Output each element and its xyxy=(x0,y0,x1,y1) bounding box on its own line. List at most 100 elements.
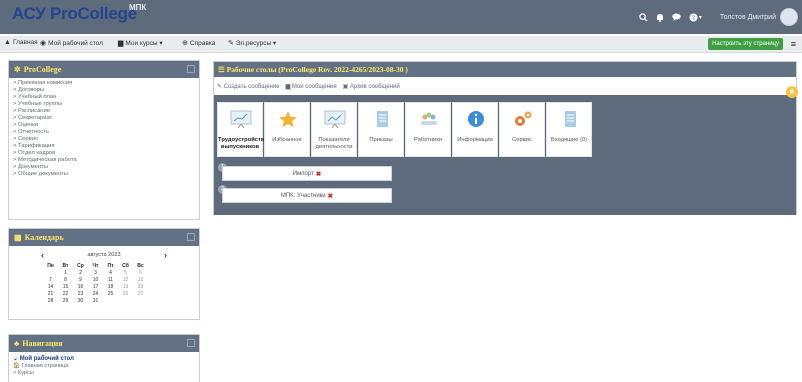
procollege-link[interactable]: > Приемная комиссия xyxy=(13,80,195,87)
top-header: АСУ ProCollege МПК ? ▾ Толстов Дмитрий xyxy=(0,0,802,34)
row-label: Импорт xyxy=(292,170,314,177)
calendar-day[interactable]: 28 xyxy=(43,297,58,304)
avatar[interactable] xyxy=(780,8,798,26)
calendar-day[interactable]: 13 xyxy=(133,276,148,283)
calendar-day[interactable]: 30 xyxy=(73,297,88,304)
procollege-link[interactable]: > Тарификация xyxy=(13,143,195,150)
tile-orders[interactable]: Приказы xyxy=(358,102,404,157)
favorite-star-icon[interactable]: ★ xyxy=(786,86,798,98)
nav-item-e-resources[interactable]: ✎ Эл.ресурсы ▾ xyxy=(228,39,276,47)
nav-tree-my-dashboard[interactable]: ⌄ Мой рабочий стол xyxy=(13,356,195,363)
courses-icon: ▆ xyxy=(118,40,124,47)
user-name[interactable]: Толстов Дмитрий xyxy=(720,14,776,21)
import-row[interactable]: Импорт ✖ xyxy=(222,166,392,181)
tile-information[interactable]: Информация xyxy=(452,102,498,157)
calendar-day[interactable]: 16 xyxy=(73,283,88,290)
calendar-day-header: Пн xyxy=(47,262,54,269)
navigation-list: ⌄ Мой рабочий стол 🏠 Главная страница > … xyxy=(9,352,199,379)
header-user-area: ? ▾ Толстов Дмитрий xyxy=(639,0,802,34)
procollege-link[interactable]: > Сервис xyxy=(13,136,195,143)
bell-icon[interactable] xyxy=(656,13,664,22)
calendar-day[interactable]: 23 xyxy=(73,290,88,297)
procollege-link[interactable]: > Учебные группы xyxy=(13,101,195,108)
calendar-day[interactable]: 25 xyxy=(103,290,118,297)
calendar-day[interactable]: 11 xyxy=(103,276,118,283)
calendar-day[interactable]: 10 xyxy=(88,276,103,283)
calendar-day[interactable]: 4 xyxy=(103,269,118,276)
collapse-icon[interactable] xyxy=(187,233,195,241)
calendar-day[interactable]: 1 xyxy=(58,269,73,276)
collapse-icon[interactable] xyxy=(187,65,195,73)
nav-tree-home[interactable]: 🏠 Главная страница xyxy=(13,363,195,370)
tile-service[interactable]: Сервис xyxy=(499,102,545,157)
procollege-link[interactable]: > Документы xyxy=(13,164,195,171)
nav-item-dashboard[interactable]: ◉ Мой рабочий стол xyxy=(40,39,103,48)
calendar-day[interactable]: 31 xyxy=(88,297,103,304)
calendar-day[interactable]: 24 xyxy=(88,290,103,297)
procollege-link[interactable]: > Общие документы xyxy=(13,171,195,178)
search-icon[interactable] xyxy=(639,12,648,22)
procollege-link[interactable]: > Оценки xyxy=(13,122,195,129)
my-messages-link[interactable]: ▆ Мои сообщения xyxy=(286,83,337,90)
calendar-day[interactable]: 26 xyxy=(118,290,133,297)
procollege-link[interactable]: > Отчетность xyxy=(13,129,195,136)
calendar-day[interactable]: 20 xyxy=(133,283,148,290)
tile-performance[interactable]: Показатели деятельности xyxy=(311,102,357,157)
tile-favorites[interactable]: Избранное xyxy=(264,102,310,157)
calendar-day[interactable]: 19 xyxy=(118,283,133,290)
help-icon[interactable]: ? ▾ xyxy=(689,13,702,22)
next-month-icon[interactable]: › xyxy=(164,250,167,260)
gears-icon: ✲ xyxy=(14,65,21,74)
calendar-day[interactable]: 9 xyxy=(73,276,88,283)
calendar-day[interactable]: 15 xyxy=(58,283,73,290)
calendar-day[interactable]: 3 xyxy=(88,269,103,276)
nav-item-my-courses[interactable]: ▆ Мои курсы ▾ xyxy=(118,39,163,47)
hamburger-menu-icon[interactable]: ≡ xyxy=(791,39,796,49)
calendar-day[interactable]: 17 xyxy=(88,283,103,290)
procollege-link[interactable]: > Учебный план xyxy=(13,94,195,101)
dashboard-workspace: Трудоустройство выпускников Избранное По… xyxy=(214,95,796,215)
calendar-day[interactable]: 18 xyxy=(103,283,118,290)
chat-icon[interactable] xyxy=(672,13,681,21)
calendar-day xyxy=(43,269,58,276)
nav-item-help[interactable]: ⊕ Справка xyxy=(182,39,215,48)
tile-inbox[interactable]: Входящие (0) xyxy=(546,102,592,157)
tile-label: Избранное xyxy=(272,137,302,143)
calendar-day[interactable]: 2 xyxy=(73,269,88,276)
calendar-day[interactable]: 6 xyxy=(133,269,148,276)
calendar-day[interactable]: 21 xyxy=(43,290,58,297)
nav-item-home[interactable]: ▲ Главная xyxy=(4,39,38,46)
procollege-link[interactable]: > Отдел кадров xyxy=(13,150,195,157)
calendar-day[interactable]: 12 xyxy=(118,276,133,283)
collapse-icon[interactable] xyxy=(187,339,195,347)
calendar-month-label: августа 2023 xyxy=(87,252,121,258)
calendar-week: 7 8 9 10 11 12 13 xyxy=(43,276,148,283)
close-icon[interactable]: ✖ xyxy=(316,170,321,178)
procollege-link[interactable]: > Секретариат xyxy=(13,115,195,122)
site-logo[interactable]: АСУ ProCollege xyxy=(12,4,137,24)
tile-label: Информация xyxy=(457,137,493,143)
calendar-day[interactable]: 29 xyxy=(58,297,73,304)
customize-page-button[interactable]: Настроить эту страницу xyxy=(708,38,783,50)
create-message-link[interactable]: ✎ Создать сообщение xyxy=(217,83,280,90)
prev-month-icon[interactable]: ‹ xyxy=(41,250,44,260)
calendar-day[interactable]: 5 xyxy=(118,269,133,276)
nav-item-label: Эл.ресурсы ▾ xyxy=(235,40,277,47)
page: АСУ ProCollege МПК ? ▾ Толстов Дмитрий ▲… xyxy=(0,0,802,382)
tile-employees[interactable]: Работники xyxy=(405,102,451,157)
calendar-day[interactable]: 8 xyxy=(58,276,73,283)
calendar-day[interactable]: 27 xyxy=(133,290,148,297)
tile-employment[interactable]: Трудоустройство выпускников xyxy=(217,102,268,157)
calendar-day-header: Сб xyxy=(122,262,129,269)
message-archive-link[interactable]: ▣ Архив сообщений xyxy=(343,83,400,90)
calendar-day[interactable]: 7 xyxy=(43,276,58,283)
calendar-day xyxy=(133,297,148,304)
close-icon[interactable]: ✖ xyxy=(328,192,333,200)
calendar-day[interactable]: 14 xyxy=(43,283,58,290)
procollege-link[interactable]: > Методическая работа xyxy=(13,157,195,164)
procollege-link[interactable]: > Договоры xyxy=(13,87,195,94)
nav-tree-courses[interactable]: > Курсы xyxy=(13,370,195,377)
calendar-day[interactable]: 22 xyxy=(58,290,73,297)
participants-row[interactable]: МПК: Участники ✖ xyxy=(222,188,392,203)
procollege-link[interactable]: > Расписание xyxy=(13,108,195,115)
